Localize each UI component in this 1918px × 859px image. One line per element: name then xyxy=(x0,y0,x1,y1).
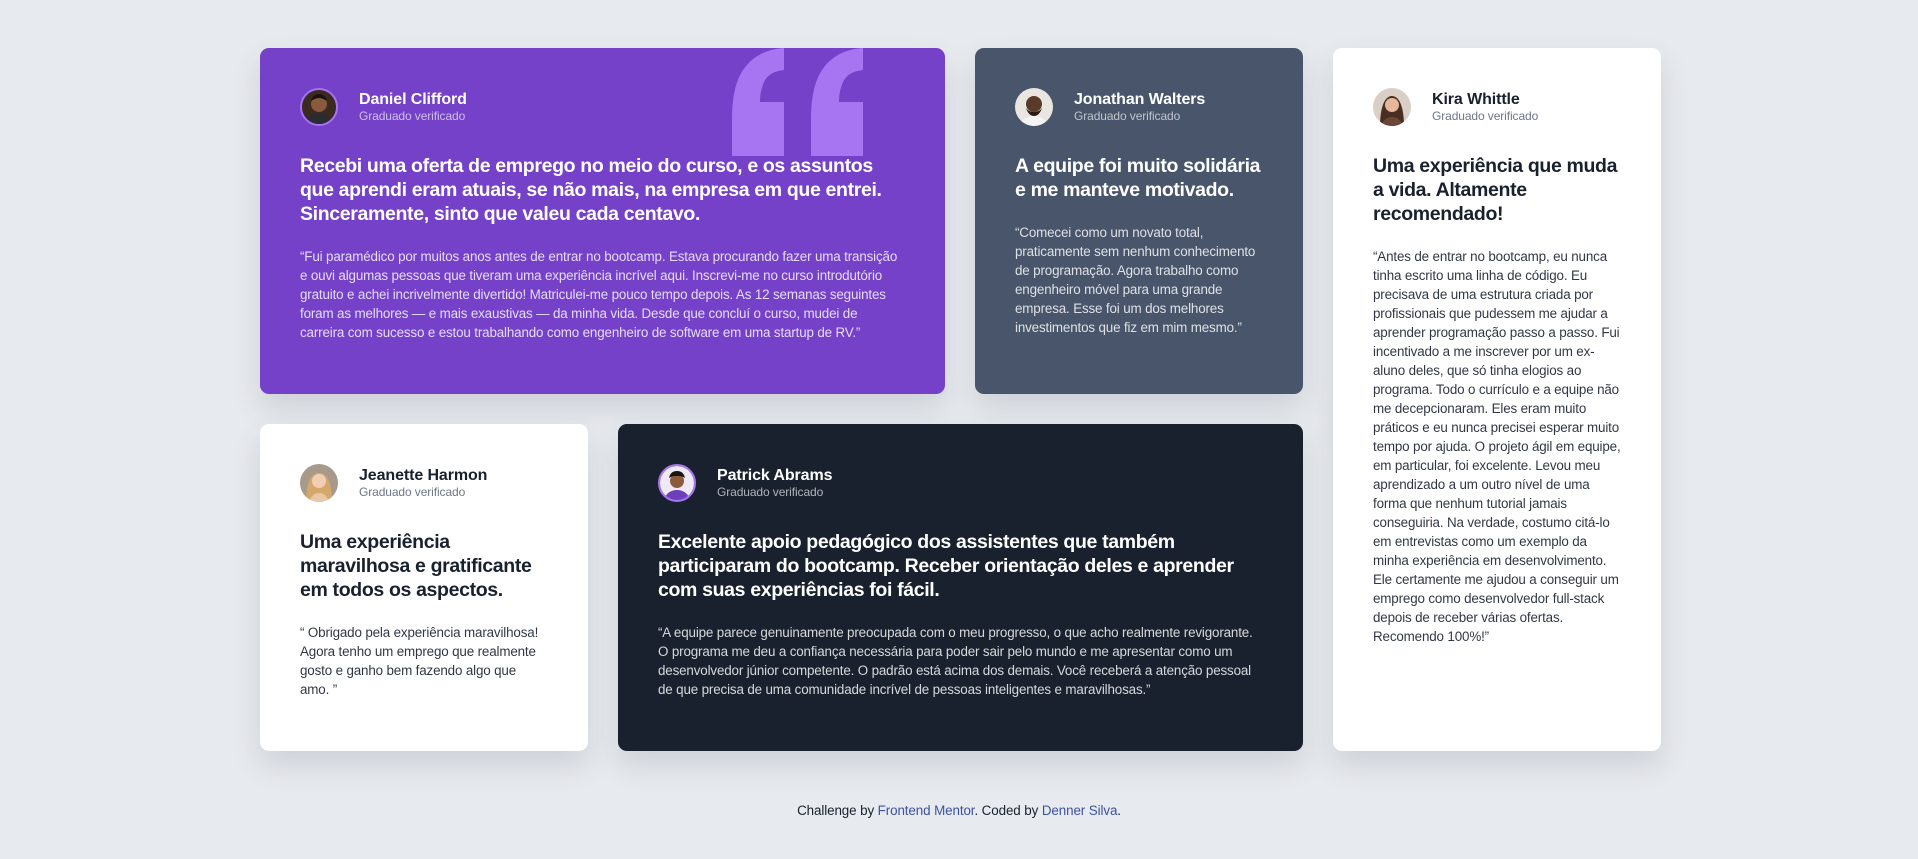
testimonial-headline: Uma experiência que muda a vida. Altamen… xyxy=(1373,155,1618,225)
avatar xyxy=(300,88,338,126)
author-name: Jeanette Harmon xyxy=(359,466,488,484)
testimonial-card-jeanette: Jeanette Harmon Graduado verificado Uma … xyxy=(260,424,588,751)
avatar xyxy=(658,464,696,502)
testimonial-headline: A equipe foi muito solidária e me mantev… xyxy=(1015,155,1261,201)
testimonial-header: Kira Whittle Graduado verificado xyxy=(1373,88,1625,126)
attribution-middle: . Coded by xyxy=(974,803,1042,818)
attribution-suffix: . xyxy=(1117,803,1121,818)
author-name: Patrick Abrams xyxy=(717,466,833,484)
author-name: Kira Whittle xyxy=(1432,90,1520,108)
attribution-prefix: Challenge by xyxy=(797,803,878,818)
author-role: Graduado verificado xyxy=(359,108,466,123)
attribution-footer: Challenge by Frontend Mentor. Coded by D… xyxy=(0,803,1918,818)
testimonial-header: Jeanette Harmon Graduado verificado xyxy=(300,464,548,502)
testimonial-body: “ Obrigado pela experiência maravilhosa!… xyxy=(300,625,539,697)
testimonial-card-kira: Kira Whittle Graduado verificado Uma exp… xyxy=(1333,48,1661,751)
testimonial-card-daniel: Daniel Clifford Graduado verificado Rece… xyxy=(260,48,945,394)
author-role: Graduado verificado xyxy=(717,484,824,499)
avatar xyxy=(1015,88,1053,126)
testimonial-body: “A equipe parece genuinamente preocupada… xyxy=(658,625,1253,697)
testimonial-body: “Comecei como um novato total, praticame… xyxy=(1015,225,1256,335)
testimonial-headline: Recebi uma oferta de emprego no meio do … xyxy=(300,155,882,225)
author-name: Jonathan Walters xyxy=(1074,90,1206,108)
testimonial-headline: Excelente apoio pedagógico dos assistent… xyxy=(658,531,1234,601)
author-link[interactable]: Denner Silva xyxy=(1042,803,1118,818)
testimonial-header: Jonathan Walters Graduado verificado xyxy=(1015,88,1263,126)
testimonial-headline: Uma experiência maravilhosa e gratifican… xyxy=(300,531,532,601)
frontend-mentor-link[interactable]: Frontend Mentor xyxy=(878,803,975,818)
author-role: Graduado verificado xyxy=(359,484,466,499)
testimonial-header: Daniel Clifford Graduado verificado xyxy=(300,88,905,126)
testimonial-body: “Fui paramédico por muitos anos antes de… xyxy=(300,249,898,340)
testimonial-body: “Antes de entrar no bootcamp, eu nunca t… xyxy=(1373,249,1621,644)
testimonial-card-jonathan: Jonathan Walters Graduado verificado A e… xyxy=(975,48,1303,394)
author-name: Daniel Clifford xyxy=(359,90,467,108)
author-role: Graduado verificado xyxy=(1074,108,1181,123)
author-role: Graduado verificado xyxy=(1432,108,1539,123)
avatar xyxy=(1373,88,1411,126)
avatar xyxy=(300,464,338,502)
testimonial-card-patrick: Patrick Abrams Graduado verificado Excel… xyxy=(618,424,1303,751)
testimonial-header: Patrick Abrams Graduado verificado xyxy=(658,464,1263,502)
